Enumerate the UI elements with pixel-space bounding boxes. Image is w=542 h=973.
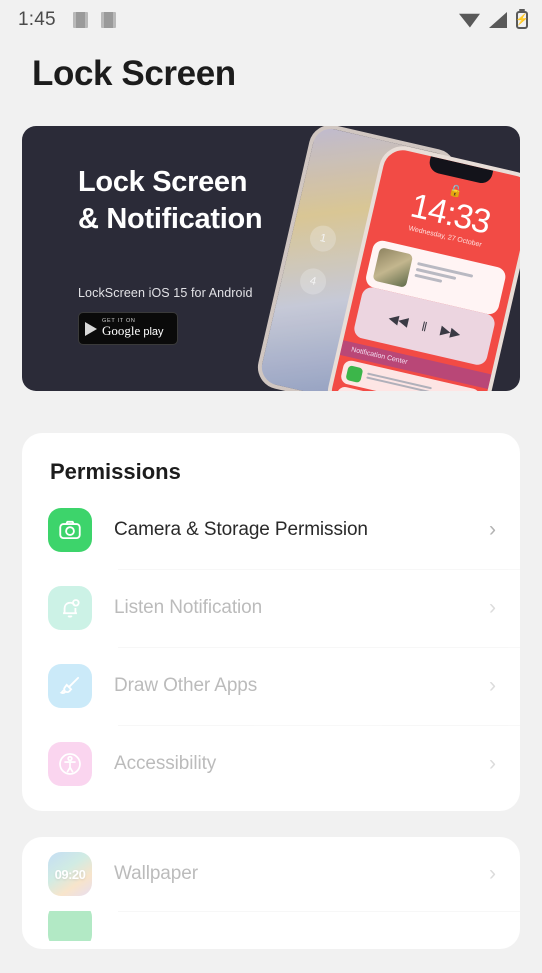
brush-icon xyxy=(48,664,92,708)
banner-title-line-1: Lock Screen xyxy=(78,166,248,198)
page-title: Lock Screen xyxy=(32,54,236,93)
chevron-right-icon: › xyxy=(489,596,496,619)
promo-banner[interactable]: 1 4 🔓 14:33 Wednesday, 27 October ◀◀ ‖ ▶… xyxy=(22,126,520,391)
settings-row-wallpaper[interactable]: 09:20 Wallpaper › xyxy=(22,837,520,911)
battery-charging-icon: ⚡ xyxy=(515,11,529,29)
permission-row-accessibility[interactable]: Accessibility › xyxy=(22,725,520,803)
settings-row-partial[interactable] xyxy=(22,911,520,941)
partial-green-icon xyxy=(48,911,92,941)
status-bar: 1:45 ⚡ xyxy=(0,0,542,40)
google-play-icon xyxy=(85,321,97,336)
permissions-card-title: Permissions xyxy=(50,459,181,484)
camera-icon xyxy=(48,508,92,552)
status-bar-time: 1:45 xyxy=(18,9,56,30)
banner-text-block: Lock Screen & Notification LockScreen iO… xyxy=(22,126,520,346)
google-play-text: GET IT ON Google play xyxy=(102,318,164,339)
wifi-icon xyxy=(459,13,480,28)
permission-row-listen-notification[interactable]: Listen Notification › xyxy=(22,569,520,647)
notification-app-icon xyxy=(345,364,364,383)
settings-label: Wallpaper xyxy=(114,863,198,884)
permission-label: Accessibility xyxy=(114,753,217,774)
wallpaper-thumbnail-icon: 09:20 xyxy=(48,852,92,896)
bell-icon xyxy=(48,586,92,630)
banner-subtitle: LockScreen iOS 15 for Android xyxy=(78,286,253,301)
chevron-right-icon: › xyxy=(489,518,496,541)
permission-label: Draw Other Apps xyxy=(114,675,258,696)
battery-bolt-glyph: ⚡ xyxy=(515,13,529,26)
settings-card: 09:20 Wallpaper › xyxy=(22,837,520,949)
notification-glyph-icon xyxy=(72,12,88,28)
status-bar-notification-icons xyxy=(72,12,116,28)
wallpaper-thumbnail-time: 09:20 xyxy=(54,866,86,882)
signal-icon xyxy=(489,12,507,28)
banner-title-line-2: & Notification xyxy=(78,203,263,236)
permissions-card: Permissions Camera & Storage Permission … xyxy=(22,433,520,811)
permission-label: Listen Notification xyxy=(114,597,263,618)
notification-glyph-icon xyxy=(100,12,116,28)
permission-row-camera-storage[interactable]: Camera & Storage Permission › xyxy=(22,491,520,569)
permission-row-draw-other-apps[interactable]: Draw Other Apps › xyxy=(22,647,520,725)
status-bar-system-icons: ⚡ xyxy=(459,11,529,29)
permission-label: Camera & Storage Permission xyxy=(114,519,368,540)
chevron-right-icon: › xyxy=(489,752,496,775)
google-play-brand: Google play xyxy=(102,323,164,339)
chevron-right-icon: › xyxy=(489,862,496,885)
accessibility-icon xyxy=(48,742,92,786)
chevron-right-icon: › xyxy=(489,674,496,697)
google-play-badge[interactable]: GET IT ON Google play xyxy=(78,312,178,346)
